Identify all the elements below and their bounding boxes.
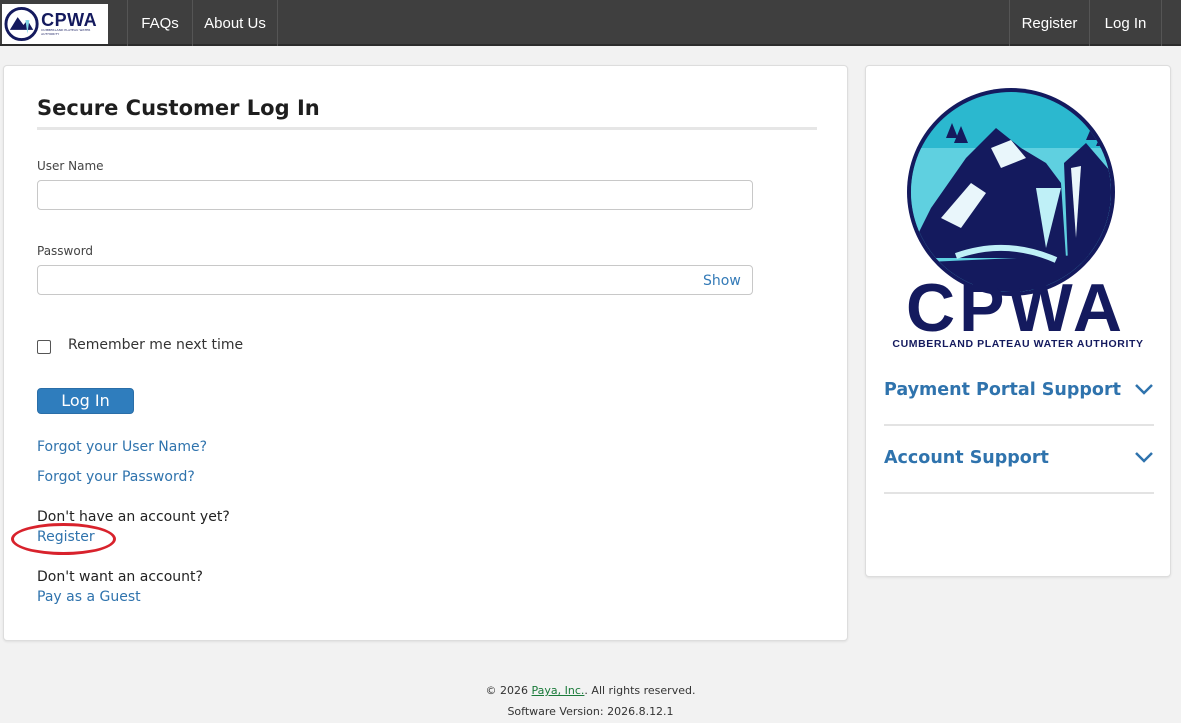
username-field[interactable]	[37, 180, 753, 210]
no-want-account-text: Don't want an account?	[37, 569, 203, 585]
page-title: Secure Customer Log In	[37, 96, 320, 120]
nav-logo-text: CPWA	[41, 10, 98, 30]
chevron-down-icon	[1135, 452, 1153, 463]
login-button[interactable]: Log In	[37, 388, 134, 414]
remember-me-checkbox[interactable]	[37, 340, 51, 354]
forgot-password-link[interactable]: Forgot your Password?	[37, 469, 195, 485]
nav-register-link[interactable]: Register	[1009, 0, 1089, 46]
company-link[interactable]: Paya, Inc.	[532, 684, 585, 697]
copyright-prefix: © 2026	[485, 684, 532, 697]
footer-version: Software Version: 2026.8.12.1	[507, 705, 674, 718]
accordion-payment-portal-support[interactable]: Payment Portal Support	[884, 372, 1154, 426]
register-link[interactable]: Register	[37, 529, 95, 545]
accordion-title: Account Support	[884, 448, 1049, 468]
nav-login-link[interactable]: Log In	[1089, 0, 1162, 46]
cpwa-logo-word: CPWA	[906, 270, 1126, 346]
nav-faqs-link[interactable]: FAQs	[127, 0, 192, 46]
password-field[interactable]	[37, 265, 753, 295]
footer-copyright: © 2026 Paya, Inc.. All rights reserved.	[0, 684, 1181, 697]
top-nav: CPWA CUMBERLAND PLATEAU WATER AUTHORITY …	[0, 0, 1181, 46]
nav-about-link[interactable]: About Us	[192, 0, 278, 46]
accordion-account-support[interactable]: Account Support	[884, 440, 1154, 494]
forgot-username-link[interactable]: Forgot your User Name?	[37, 439, 207, 455]
support-card: CPWA CUMBERLAND PLATEAU WATER AUTHORITY …	[865, 65, 1171, 577]
pay-as-guest-link[interactable]: Pay as a Guest	[37, 589, 141, 605]
chevron-down-icon	[1135, 384, 1153, 395]
show-password-toggle[interactable]: Show	[703, 273, 741, 289]
username-label: User Name	[37, 159, 104, 173]
accordion-title: Payment Portal Support	[884, 380, 1121, 400]
password-label: Password	[37, 244, 94, 258]
nav-logo[interactable]: CPWA CUMBERLAND PLATEAU WATER AUTHORITY	[2, 4, 108, 44]
nav-logo-subtext: CUMBERLAND PLATEAU WATER AUTHORITY	[41, 28, 91, 36]
copyright-suffix: . All rights reserved.	[584, 684, 696, 697]
cpwa-logo-subtext: CUMBERLAND PLATEAU WATER AUTHORITY	[892, 338, 1143, 350]
remember-me-label[interactable]: Remember me next time	[68, 337, 243, 353]
login-card: Secure Customer Log In User Name Passwor…	[3, 65, 848, 641]
cpwa-logo: CPWA CUMBERLAND PLATEAU WATER AUTHORITY	[892, 88, 1143, 350]
logo-emblem-icon	[4, 6, 39, 42]
no-account-text: Don't have an account yet?	[37, 509, 230, 525]
title-divider	[37, 127, 817, 130]
